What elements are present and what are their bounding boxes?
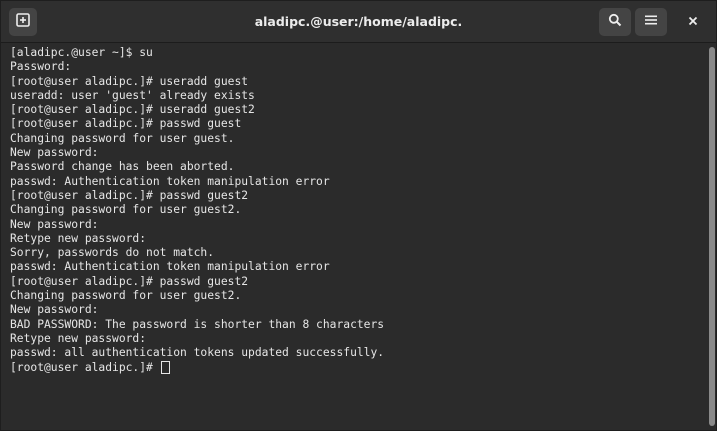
shell-prompt: [root@user aladipc.]# — [10, 360, 160, 374]
terminal-prompt-line: [root@user aladipc.]# — [10, 360, 707, 375]
menu-button[interactable] — [635, 8, 667, 36]
search-icon — [608, 13, 622, 32]
titlebar: aladipc.@user:/home/aladipc. — [1, 1, 716, 43]
terminal-line: [root@user aladipc.]# useradd guest — [10, 74, 249, 88]
terminal-line: passwd: all authentication tokens update… — [10, 346, 385, 360]
terminal-line: [aladipc.@user ~]$ su — [10, 46, 153, 59]
terminal-line: Changing password for user guest2. — [10, 203, 242, 217]
terminal-line: passwd: Authentication token manipulatio… — [10, 174, 330, 188]
terminal-line: Changing password for user guest2. — [10, 289, 242, 303]
terminal-line: Password: — [10, 60, 72, 74]
terminal-line: [root@user aladipc.]# useradd guest2 — [10, 103, 255, 117]
close-icon — [688, 13, 698, 31]
search-button[interactable] — [599, 8, 631, 36]
terminal-line: Sorry, passwords do not match. — [10, 246, 215, 260]
terminal-line: [root@user aladipc.]# passwd guest2 — [10, 274, 249, 288]
terminal-line: Password change has been aborted. — [10, 160, 235, 174]
terminal-line: passwd: Authentication token manipulatio… — [10, 260, 330, 274]
terminal-line: [root@user aladipc.]# passwd guest — [10, 117, 242, 131]
scrollbar-thumb[interactable] — [709, 47, 715, 426]
close-button[interactable] — [679, 8, 707, 36]
text-cursor — [160, 360, 170, 374]
hamburger-menu-icon — [645, 13, 657, 31]
vertical-scrollbar[interactable] — [707, 43, 716, 430]
terminal-line: Retype new password: — [10, 331, 147, 345]
terminal-line: BAD PASSWORD: The password is shorter th… — [10, 317, 385, 331]
terminal-line: New password: — [10, 303, 99, 317]
terminal-line: [root@user aladipc.]# passwd guest2 — [10, 188, 249, 202]
terminal-line: New password: — [10, 217, 99, 231]
terminal-output[interactable]: [aladipc.@user ~]$ su Password: [root@user… — [1, 43, 707, 430]
terminal-line: New password: — [10, 146, 99, 160]
terminal-window: aladipc.@user:/home/aladipc. [aladipc.@u… — [0, 0, 717, 431]
terminal-line: Changing password for user guest. — [10, 131, 235, 145]
terminal-line: Retype new password: — [10, 231, 147, 245]
new-tab-icon — [16, 12, 30, 32]
new-tab-button[interactable] — [9, 8, 37, 36]
terminal-line: useradd: user 'guest' already exists — [10, 88, 255, 102]
